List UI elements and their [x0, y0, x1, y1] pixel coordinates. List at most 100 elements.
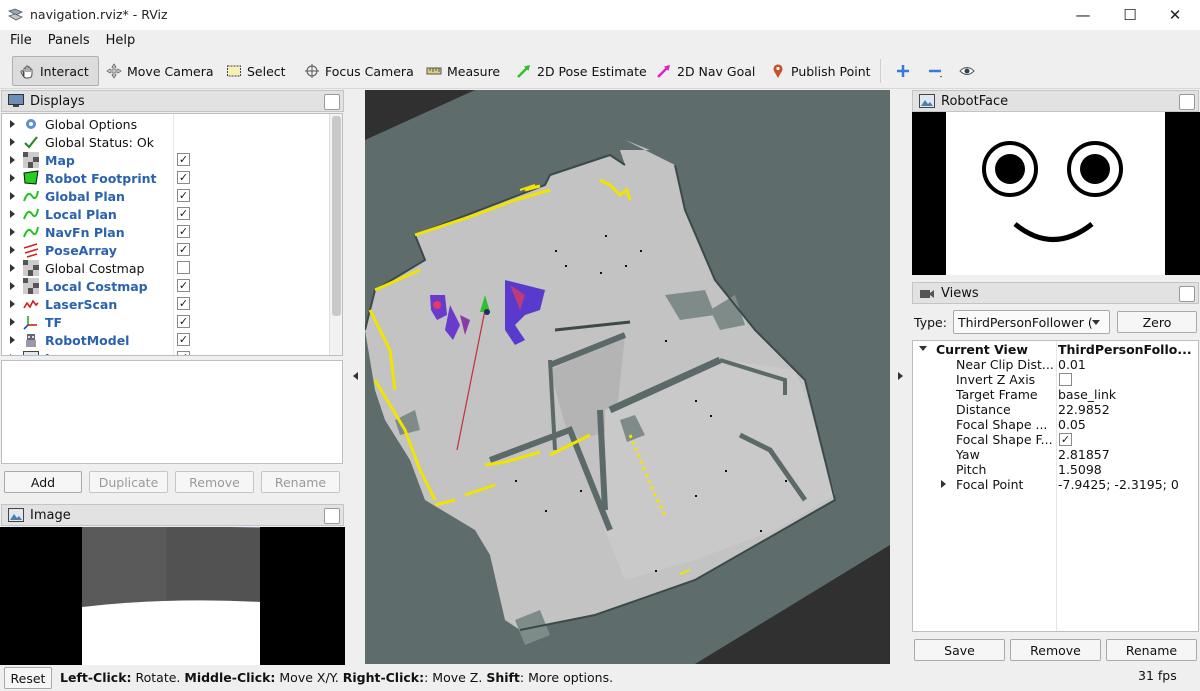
views-undock-button[interactable]: [1179, 286, 1195, 302]
display-enabled-checkbox[interactable]: ✓: [177, 297, 190, 310]
expand-arrow-icon[interactable]: [10, 120, 15, 128]
view-prop-yaw[interactable]: Yaw 2.81857: [913, 447, 1198, 462]
display-enabled-checkbox[interactable]: ✓: [177, 153, 190, 166]
display-item-global-status-ok[interactable]: Global Status: Ok: [2, 133, 327, 151]
3d-render-view[interactable]: [365, 90, 890, 664]
close-button[interactable]: ✕: [1155, 4, 1195, 26]
select-tool[interactable]: Select: [220, 56, 292, 86]
left-splitter[interactable]: [345, 90, 365, 664]
add-display-button[interactable]: Add: [4, 471, 82, 493]
display-item-image[interactable]: Image ✓: [2, 349, 327, 355]
remove-tool-button[interactable]: [921, 56, 949, 86]
display-enabled-checkbox[interactable]: ✓: [177, 225, 190, 238]
display-item-label: Global Status: Ok: [45, 134, 154, 150]
remove-view-button[interactable]: Remove: [1010, 639, 1101, 661]
display-item-tf[interactable]: TF ✓: [2, 313, 327, 331]
display-item-posearray[interactable]: PoseArray ✓: [2, 241, 327, 259]
view-prop-checkbox[interactable]: [1059, 373, 1072, 386]
display-enabled-checkbox[interactable]: ✓: [177, 243, 190, 256]
view-prop-focal-shape-f[interactable]: Focal Shape F... ✓: [913, 432, 1198, 447]
focus-camera-tool[interactable]: Focus Camera: [298, 56, 420, 86]
expand-arrow-icon[interactable]: [10, 192, 15, 200]
robotface-panel: RobotFace: [912, 90, 1200, 280]
view-prop-checkbox[interactable]: ✓: [1059, 433, 1072, 446]
expand-arrow-icon[interactable]: [10, 246, 15, 254]
menu-file[interactable]: File: [6, 30, 36, 52]
minimize-button[interactable]: —: [1063, 4, 1103, 26]
view-prop-invert-z-axis[interactable]: Invert Z Axis: [913, 372, 1198, 387]
expand-arrow-icon[interactable]: [10, 300, 15, 308]
display-enabled-checkbox[interactable]: ✓: [177, 279, 190, 292]
displays-scrollbar[interactable]: [329, 114, 342, 355]
displays-undock-button[interactable]: [324, 94, 340, 110]
display-enabled-checkbox[interactable]: ✓: [177, 315, 190, 328]
view-prop-value[interactable]: 2.81857: [1058, 447, 1193, 462]
view-prop-focal-point[interactable]: Focal Point -7.9425; -2.3195; 0: [913, 477, 1198, 492]
view-prop-target-frame[interactable]: Target Frame base_link: [913, 387, 1198, 402]
duplicate-display-button[interactable]: Duplicate: [89, 471, 168, 493]
save-view-button[interactable]: Save: [914, 639, 1005, 661]
pose-estimate-tool[interactable]: 2D Pose Estimate: [510, 56, 653, 86]
view-prop-value[interactable]: 0.01: [1058, 357, 1193, 372]
reset-button[interactable]: Reset: [4, 667, 52, 689]
view-tool-button[interactable]: [953, 56, 981, 86]
publish-point-tool[interactable]: Publish Point: [764, 56, 877, 86]
expand-arrow-icon[interactable]: [10, 138, 15, 146]
display-enabled-checkbox[interactable]: [177, 261, 190, 274]
view-prop-pitch[interactable]: Pitch 1.5098: [913, 462, 1198, 477]
view-prop-focal-shape[interactable]: Focal Shape ... 0.05: [913, 417, 1198, 432]
rename-display-button[interactable]: Rename: [261, 471, 340, 493]
collapse-right-icon[interactable]: [898, 372, 903, 380]
display-item-global-costmap[interactable]: Global Costmap: [2, 259, 327, 277]
display-item-robotmodel[interactable]: RobotModel ✓: [2, 331, 327, 349]
display-item-map[interactable]: Map ✓: [2, 151, 327, 169]
view-type-select[interactable]: ThirdPersonFollower (: [953, 310, 1110, 334]
display-item-navfn-plan[interactable]: NavFn Plan ✓: [2, 223, 327, 241]
interact-tool[interactable]: Interact: [12, 56, 99, 86]
expand-arrow-icon[interactable]: [10, 282, 15, 290]
rename-view-button[interactable]: Rename: [1106, 639, 1197, 661]
robotface-undock-button[interactable]: [1179, 94, 1195, 110]
view-prop-value[interactable]: 22.9852: [1058, 402, 1193, 417]
display-item-global-plan[interactable]: Global Plan ✓: [2, 187, 327, 205]
view-prop-distance[interactable]: Distance 22.9852: [913, 402, 1198, 417]
maximize-button[interactable]: ☐: [1110, 4, 1150, 26]
expand-arrow-icon[interactable]: [10, 264, 15, 272]
view-prop-value[interactable]: 0.05: [1058, 417, 1193, 432]
view-prop-value[interactable]: 1.5098: [1058, 462, 1193, 477]
display-item-robot-footprint[interactable]: Robot Footprint ✓: [2, 169, 327, 187]
view-prop-near-clip-dist[interactable]: Near Clip Dist... 0.01: [913, 357, 1198, 372]
measure-tool[interactable]: Measure: [420, 56, 506, 86]
display-enabled-checkbox[interactable]: ✓: [177, 333, 190, 346]
menu-help[interactable]: Help: [102, 30, 140, 52]
view-prop-value[interactable]: -7.9425; -2.3195; 0: [1058, 477, 1193, 492]
display-item-local-costmap[interactable]: Local Costmap ✓: [2, 277, 327, 295]
add-tool-button[interactable]: [889, 56, 917, 86]
display-item-global-options[interactable]: Global Options: [2, 115, 327, 133]
display-enabled-checkbox[interactable]: ✓: [177, 351, 190, 355]
right-splitter[interactable]: [890, 90, 912, 664]
expand-arrow-icon[interactable]: [10, 228, 15, 236]
expand-arrow-icon[interactable]: [10, 336, 15, 344]
expand-current-view-icon[interactable]: [919, 346, 927, 351]
display-enabled-checkbox[interactable]: ✓: [177, 207, 190, 220]
display-enabled-checkbox[interactable]: ✓: [177, 189, 190, 202]
expand-arrow-icon[interactable]: [941, 480, 946, 488]
menu-panels[interactable]: Panels: [44, 30, 94, 52]
displays-scroll-thumb[interactable]: [332, 116, 341, 316]
expand-arrow-icon[interactable]: [10, 318, 15, 326]
remove-display-button[interactable]: Remove: [175, 471, 254, 493]
image-undock-button[interactable]: [324, 508, 340, 524]
view-prop-value[interactable]: base_link: [1058, 387, 1193, 402]
zero-view-button[interactable]: Zero: [1117, 311, 1197, 333]
display-item-local-plan[interactable]: Local Plan ✓: [2, 205, 327, 223]
collapse-left-icon[interactable]: [353, 372, 358, 380]
expand-arrow-icon[interactable]: [10, 174, 15, 182]
expand-arrow-icon[interactable]: [10, 210, 15, 218]
move-camera-tool[interactable]: Move Camera: [100, 56, 220, 86]
display-enabled-checkbox[interactable]: ✓: [177, 171, 190, 184]
display-item-laserscan[interactable]: LaserScan ✓: [2, 295, 327, 313]
expand-arrow-icon[interactable]: [10, 156, 15, 164]
expand-arrow-icon[interactable]: [10, 354, 15, 355]
nav-goal-tool[interactable]: 2D Nav Goal: [650, 56, 761, 86]
